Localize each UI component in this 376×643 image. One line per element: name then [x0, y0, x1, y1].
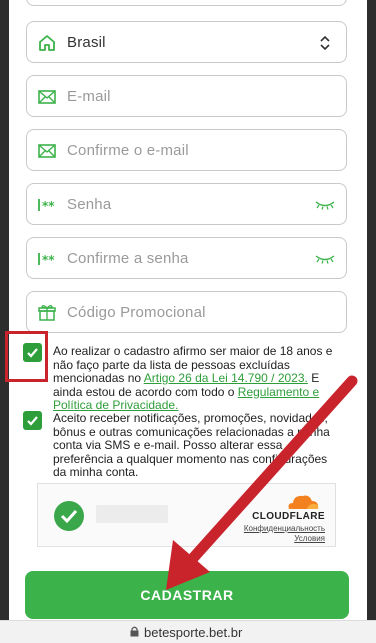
law-link[interactable]: Artigo 26 da Lei 14.790 / 2023.	[144, 371, 308, 385]
browser-url-bar[interactable]: betesporte.bet.br	[0, 620, 376, 643]
cadastrar-button[interactable]: CADASTRAR	[25, 571, 349, 619]
lock-icon	[130, 626, 139, 637]
cloudflare-logo	[288, 495, 319, 509]
password-placeholder: Senha	[67, 196, 112, 213]
notifications-text: Aceito receber notificações, promoções, …	[53, 411, 330, 479]
device-frame-right	[367, 0, 376, 620]
terms-text: Ao realizar o cadastro afirmo ser maior …	[53, 344, 343, 413]
annotation-highlight-box	[5, 331, 48, 382]
promo-code-placeholder: Código Promocional	[67, 304, 206, 321]
eye-closed-icon[interactable]	[314, 200, 336, 210]
previous-field-bottom	[26, 0, 347, 6]
promo-code-field[interactable]: Código Promocional	[26, 291, 347, 333]
registration-panel: Brasil E-mail Confirme o e-mail ** Senha	[9, 0, 367, 620]
captcha-status-placeholder	[96, 505, 168, 523]
confirm-email-field[interactable]: Confirme o e-mail	[26, 129, 347, 171]
mail-icon	[38, 90, 56, 104]
captcha-terms-link[interactable]: Условия	[244, 534, 325, 544]
captcha-success-icon	[54, 501, 84, 531]
captcha-links: Конфиденциальность Условия	[244, 524, 325, 544]
country-select[interactable]: Brasil	[26, 21, 347, 63]
device-frame-left	[0, 0, 9, 620]
gift-icon	[38, 305, 56, 321]
mail-icon	[38, 144, 56, 158]
password-icon: **	[38, 199, 55, 213]
confirm-password-field[interactable]: ** Confirme a senha	[26, 237, 347, 279]
url-text: betesporte.bet.br	[144, 625, 243, 640]
svg-text:**: **	[42, 253, 55, 267]
password-icon: **	[38, 253, 55, 267]
notifications-checkbox[interactable]	[23, 411, 42, 430]
password-field[interactable]: ** Senha	[26, 183, 347, 225]
check-icon	[60, 509, 78, 524]
country-value: Brasil	[67, 34, 106, 51]
email-placeholder: E-mail	[67, 88, 111, 105]
eye-closed-icon[interactable]	[314, 254, 336, 264]
cloudflare-captcha[interactable]: CLOUDFLARE Конфиденциальность Условия	[37, 483, 336, 547]
cloudflare-brand: CLOUDFLARE	[252, 511, 325, 522]
home-icon	[39, 35, 55, 51]
confirm-email-placeholder: Confirme o e-mail	[67, 142, 189, 159]
captcha-privacy-link[interactable]: Конфиденциальность	[244, 524, 325, 534]
confirm-password-placeholder: Confirme a senha	[67, 250, 189, 267]
email-field[interactable]: E-mail	[26, 75, 347, 117]
check-icon	[27, 416, 38, 426]
chevron-updown-icon	[320, 35, 330, 51]
svg-text:**: **	[42, 199, 55, 213]
